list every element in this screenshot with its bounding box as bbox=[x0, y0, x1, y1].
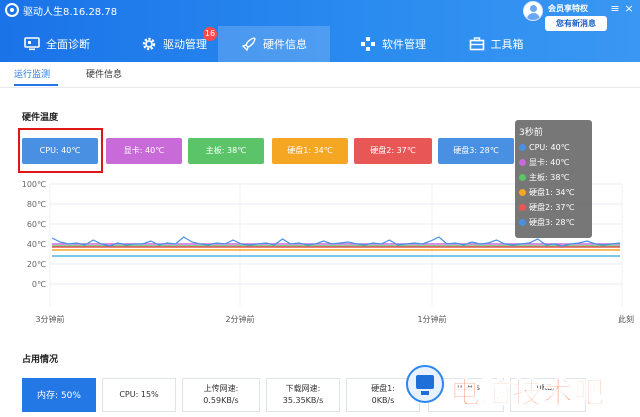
temp-gpu-button[interactable]: 显卡: 40℃ bbox=[106, 138, 182, 164]
active-subtab-indicator bbox=[14, 84, 58, 86]
cpu-highlight-box bbox=[18, 128, 103, 173]
tooltip-value: 硬盘1: 34℃ bbox=[529, 188, 575, 197]
tooltip-title: 3秒前 bbox=[519, 128, 543, 138]
temp-board-button[interactable]: 主板: 38℃ bbox=[188, 138, 264, 164]
y-tick-label: 40℃ bbox=[27, 240, 46, 249]
vip-label[interactable]: 会员享特权 bbox=[548, 3, 588, 14]
tooltip-value: 显卡: 40℃ bbox=[529, 158, 570, 167]
tab-toolbox[interactable]: 工具箱 bbox=[456, 26, 536, 62]
tab-label: 软件管理 bbox=[382, 38, 426, 51]
legend-dot bbox=[519, 144, 526, 151]
tab-label: 硬件信息 bbox=[263, 38, 307, 51]
tab-software[interactable]: 软件管理 bbox=[342, 26, 444, 62]
temp-disk1-button[interactable]: 硬盘1: 34℃ bbox=[272, 138, 348, 164]
tooltip-value: 主板: 38℃ bbox=[529, 173, 570, 182]
y-tick-label: 0℃ bbox=[32, 280, 46, 289]
legend-dot bbox=[519, 189, 526, 196]
app-window: 驱动人生8.16.28.78 会员享特权 您有新消息 ≡ × 全面诊断 驱动管理 bbox=[0, 0, 640, 417]
cpu-usage-tab[interactable]: CPU: 15% bbox=[102, 378, 176, 412]
tab-label: 工具箱 bbox=[490, 38, 524, 51]
upload-label: 上传网速: bbox=[203, 384, 239, 393]
legend-dot bbox=[519, 204, 526, 211]
close-icon[interactable]: × bbox=[623, 3, 635, 15]
y-tick-label: 20℃ bbox=[27, 260, 46, 269]
tab-diagnosis[interactable]: 全面诊断 bbox=[14, 26, 100, 62]
memory-usage-tab[interactable]: 内存: 50% bbox=[22, 378, 96, 412]
usage-title: 占用情况 bbox=[22, 355, 59, 365]
tooltip-value: 硬盘3: 28℃ bbox=[529, 218, 575, 227]
watermark-logo-icon bbox=[406, 365, 444, 403]
temp-disk3-button[interactable]: 硬盘3: 28℃ bbox=[438, 138, 514, 164]
toolbox-icon bbox=[469, 36, 485, 52]
x-tick-label: 2分钟前 bbox=[225, 314, 254, 324]
tab-label: 驱动管理 bbox=[163, 38, 207, 51]
menu-icon[interactable]: ≡ bbox=[609, 3, 621, 15]
app-logo-icon bbox=[5, 3, 19, 17]
tooltip-row: 硬盘3: 28℃ bbox=[519, 216, 575, 230]
title-bar: 驱动人生8.16.28.78 会员享特权 您有新消息 ≡ × bbox=[0, 0, 640, 31]
y-tick-label: 60℃ bbox=[27, 220, 46, 229]
update-count-badge: 16 bbox=[203, 27, 217, 41]
header-bar: 驱动人生8.16.28.78 会员享特权 您有新消息 ≡ × 全面诊断 驱动管理 bbox=[0, 0, 640, 62]
rocket-icon bbox=[241, 36, 257, 52]
y-tick-label: 100℃ bbox=[22, 180, 46, 189]
tooltip-row: CPU: 40℃ bbox=[519, 141, 570, 155]
legend-dot bbox=[519, 219, 526, 226]
gear-icon bbox=[141, 36, 157, 52]
main-tabs: 全面诊断 驱动管理 硬件信息 软件管理 工具箱 bbox=[0, 26, 640, 62]
tab-hardware[interactable]: 硬件信息 bbox=[218, 26, 330, 62]
tooltip-row: 硬盘1: 34℃ bbox=[519, 186, 575, 200]
temp-disk2-button[interactable]: 硬盘2: 37℃ bbox=[354, 138, 432, 164]
disk1-value: 0KB/s bbox=[371, 396, 395, 405]
upload-value: 0.59KB/s bbox=[203, 396, 239, 405]
legend-dot bbox=[519, 174, 526, 181]
upload-speed-tab[interactable]: 上传网速: 0.59KB/s bbox=[182, 378, 260, 412]
download-speed-tab[interactable]: 下载网速: 35.35KB/s bbox=[266, 378, 340, 412]
temperature-title: 硬件温度 bbox=[22, 113, 59, 123]
watermark-text: 电脑技术吧 bbox=[450, 376, 605, 412]
tooltip-row: 硬盘2: 37℃ bbox=[519, 201, 575, 215]
download-value: 35.35KB/s bbox=[282, 396, 324, 405]
subtab-hardware-info[interactable]: 硬件信息 bbox=[86, 67, 122, 80]
legend-dot bbox=[519, 159, 526, 166]
chart-tooltip: 3秒前 CPU: 40℃ 显卡: 40℃ 主板: 38℃ 硬盘1: 34℃ 硬盘… bbox=[515, 120, 592, 238]
monitor-icon bbox=[24, 36, 40, 52]
sub-tabs: 运行监测 硬件信息 bbox=[0, 62, 640, 88]
tooltip-row: 显卡: 40℃ bbox=[519, 156, 569, 170]
y-tick-label: 80℃ bbox=[27, 200, 46, 209]
app-title: 驱动人生8.16.28.78 bbox=[23, 7, 118, 18]
subtab-monitor[interactable]: 运行监测 bbox=[14, 67, 50, 80]
x-tick-label: 3分钟前 bbox=[35, 314, 64, 324]
x-tick-label: 1分钟前 bbox=[417, 314, 446, 324]
apps-icon bbox=[360, 36, 376, 52]
tooltip-value: CPU: 40℃ bbox=[529, 143, 570, 152]
tab-label: 全面诊断 bbox=[46, 38, 90, 51]
download-label: 下载网速: bbox=[285, 384, 321, 393]
avatar[interactable] bbox=[523, 1, 543, 21]
x-tick-label: 此刻 bbox=[618, 314, 634, 324]
tooltip-row: 主板: 38℃ bbox=[519, 171, 569, 185]
tooltip-value: 硬盘2: 37℃ bbox=[529, 203, 575, 212]
